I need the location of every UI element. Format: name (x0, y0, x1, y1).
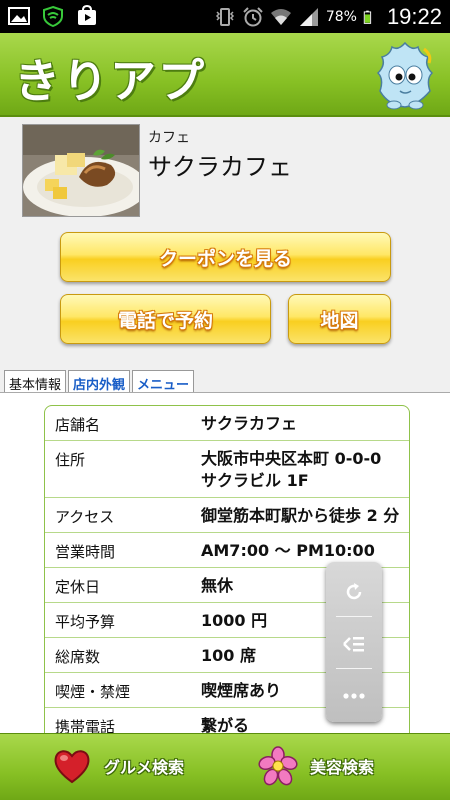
shop-photo (22, 124, 140, 217)
phone-reserve-button[interactable]: 電話で予約 (60, 294, 271, 344)
vibrate-icon (215, 8, 234, 26)
info-panel: 店舗名 サクラカフェ 住所 大阪市中央区本町 0-0-0 サクラビル 1F アク… (0, 393, 450, 733)
table-row: 住所 大阪市中央区本町 0-0-0 サクラビル 1F (45, 441, 409, 498)
shop-name: サクラカフェ (148, 153, 292, 181)
row-label: 定休日 (55, 578, 101, 596)
shop-category: カフェ (148, 130, 190, 146)
collapse-list-icon (343, 637, 364, 652)
tab-menu[interactable]: メニュー (132, 370, 195, 393)
row-label: 携帯電話 (55, 718, 116, 733)
wifi-icon (270, 9, 291, 25)
row-label: 営業時間 (55, 543, 116, 561)
status-bar: 78% 19:22 (0, 0, 450, 33)
wifi-shield-icon (43, 5, 63, 27)
address-line-2: サクラビル 1F (201, 471, 309, 490)
gourmet-search-button[interactable]: グルメ検索 (52, 746, 184, 786)
table-row: アクセス 御堂筋本町駅から徒歩 2 分 (45, 498, 409, 533)
row-value: サクラカフェ (201, 414, 298, 433)
gourmet-search-label: グルメ検索 (104, 758, 185, 777)
row-label: 店舗名 (55, 416, 101, 434)
back-menu-button[interactable] (326, 618, 382, 670)
row-label: 総席数 (55, 648, 101, 666)
clock: 19:22 (386, 4, 442, 29)
coupon-button[interactable]: クーポンを見る (60, 232, 391, 282)
flower-icon (258, 746, 298, 786)
beauty-search-button[interactable]: 美容検索 (258, 746, 374, 786)
tab-bar: 基本情報 店内外観 メニュー (4, 370, 195, 393)
reload-button[interactable] (326, 566, 382, 618)
image-icon (8, 7, 30, 25)
alarm-icon (243, 7, 263, 27)
battery-icon (363, 10, 372, 24)
beauty-search-label: 美容検索 (310, 758, 375, 777)
tab-basic-info[interactable]: 基本情報 (4, 370, 67, 393)
play-store-icon (78, 5, 96, 25)
battery-percent: 78% (325, 9, 357, 25)
map-button[interactable]: 地図 (288, 294, 391, 344)
mascot-icon (376, 41, 434, 110)
more-button[interactable] (326, 670, 382, 722)
reload-icon (346, 583, 362, 600)
app-title: きりアプ (14, 54, 206, 108)
footer-bar: グルメ検索 美容検索 (0, 733, 450, 800)
row-value: 御堂筋本町駅から徒歩 2 分 (201, 506, 400, 525)
tab-interior-exterior[interactable]: 店内外観 (68, 370, 131, 393)
more-icon (343, 693, 365, 699)
row-label: 住所 (55, 451, 86, 469)
row-value-address: 大阪市中央区本町 0-0-0 サクラビル 1F (193, 441, 409, 497)
app-header: きりアプ (0, 33, 450, 117)
fab-divider (336, 616, 372, 617)
row-label: アクセス (55, 508, 115, 526)
heart-icon (54, 750, 90, 784)
address-line-1: 大阪市中央区本町 0-0-0 (201, 449, 382, 468)
table-row: 店舗名 サクラカフェ (45, 406, 409, 441)
row-label: 喫煙・禁煙 (55, 683, 131, 701)
floating-controls (326, 562, 382, 722)
row-label: 平均予算 (55, 613, 116, 631)
signal-icon (299, 8, 318, 26)
fab-divider (336, 668, 372, 669)
